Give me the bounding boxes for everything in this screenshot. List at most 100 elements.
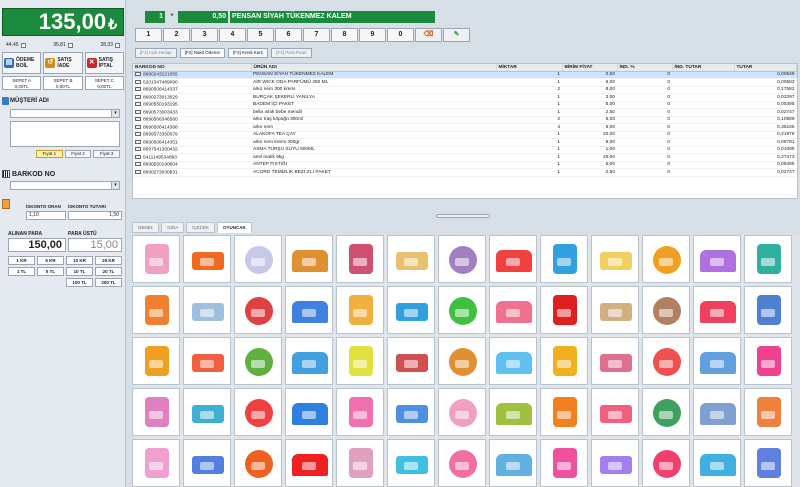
product-tile[interactable] [489,439,537,487]
product-tile[interactable] [183,337,231,385]
product-tile[interactable] [132,235,180,283]
numpad-key-9[interactable]: 9 [359,28,386,42]
cash-button[interactable]: 20 TL [95,267,122,276]
tab-icecek[interactable]: İÇECEK [186,222,216,233]
product-tile[interactable] [183,286,231,334]
clear-button[interactable]: ✎ [443,28,470,42]
product-tile[interactable] [336,337,384,385]
points-button[interactable]: [F4] Para Puan [271,48,312,58]
chevron-down-icon[interactable]: ▾ [111,182,119,189]
return-button[interactable]: ↺ SATIŞ İADE [43,52,83,74]
product-tile[interactable] [438,235,486,283]
product-tile[interactable] [234,388,282,436]
product-tile[interactable] [336,439,384,487]
column-header-discount-pct[interactable]: İND. % [617,64,673,72]
product-tile[interactable] [489,388,537,436]
credit-card-button[interactable]: [F3] Kredi Kartı [228,48,269,58]
product-tile[interactable] [285,286,333,334]
chevron-down-icon[interactable]: ▾ [111,110,119,117]
product-tile[interactable] [744,337,792,385]
product-tile[interactable] [234,439,282,487]
cash-payment-button[interactable]: [F2] Nakit Ödeme [179,48,226,58]
product-tile[interactable] [387,235,435,283]
table-row[interactable]: 8697541300432 ASMA TURŞU SUYU 500ML 1 1,00 0… [133,146,797,154]
discount-amount-field[interactable]: 1,50 [68,211,122,220]
product-tile[interactable] [336,388,384,436]
table-row[interactable]: 8690506414337 arko nem 300 kremi 2 8,00 0 0,1… [133,86,797,94]
backspace-button[interactable]: ⌫ [415,28,442,42]
product-tile[interactable] [183,388,231,436]
table-row[interactable]: 8690273030831 ACORD TEMİZLİK BEZİ 2'Lİ PA… [133,168,797,177]
tab-genel[interactable]: GENEL [132,222,160,233]
product-tile[interactable] [489,337,537,385]
table-row[interactable]: 8690243221055 PENSAN SİYAH TÜKENMEZ KALEM… [133,71,797,79]
product-tile[interactable] [693,388,741,436]
product-tile[interactable] [744,286,792,334]
product-tile[interactable] [438,337,486,385]
basket-c-button[interactable]: SEPET C 0,00TL [84,76,124,90]
product-tile[interactable] [336,235,384,283]
cash-button[interactable]: 1 TL [8,267,35,276]
product-tile[interactable] [540,337,588,385]
open-account-button[interactable]: [F1] Açık Hesap [135,48,177,58]
product-tile[interactable] [744,388,792,436]
tab-gida[interactable]: GIDA [161,222,185,233]
product-tile[interactable] [642,286,690,334]
table-row[interactable]: 8690506346560 arko traş köpüğü 300ml 2 5,00… [133,116,797,124]
numpad-key-7[interactable]: 7 [303,28,330,42]
product-tile[interactable] [540,439,588,487]
column-header-discount-amount[interactable]: İND. TUTAR [672,64,735,72]
column-header-total[interactable]: TUTAR [734,64,797,72]
product-tile[interactable] [438,286,486,334]
table-row[interactable]: 8690273013029 BURÇAK ŞEKERLİ YANILYA 1 3,00… [133,93,797,102]
product-tile[interactable] [336,286,384,334]
customer-notes-field[interactable] [10,121,120,147]
table-row[interactable]: 8699573350079 ALAKOFA TEA ÇAY 1 20,00 0 0,219… [133,131,797,139]
table-row[interactable]: 5201347489090 AİR WICK ODA PARFÜMÜ 250 ML… [133,78,797,87]
product-tile[interactable] [591,286,639,334]
table-row[interactable]: 8690506414388 arko nem 4 8,00 0 0,35165 [133,123,797,132]
product-tile[interactable] [693,235,741,283]
product-tile[interactable] [285,439,333,487]
product-tile[interactable] [540,286,588,334]
product-tile[interactable] [744,235,792,283]
numpad-key-1[interactable]: 1 [135,28,162,42]
cash-button[interactable]: 10 KR [66,256,93,265]
product-tile[interactable] [183,235,231,283]
product-tile[interactable] [234,337,282,385]
basket-a-button[interactable]: SEPET A 0,00TL [2,76,42,90]
product-tile[interactable] [387,439,435,487]
table-row[interactable]: 8690573003433 bella ıslak bebe mendil 1 2,5… [133,108,797,117]
table-row[interactable]: 8690550190604 ANTEP FISTIĞI 1 5,00 0 0,05495 [133,161,797,169]
product-tile[interactable] [591,337,639,385]
price-level-1-button[interactable]: Fiyat 1 [36,150,63,158]
product-tile[interactable] [132,286,180,334]
product-tile[interactable] [591,439,639,487]
product-tile[interactable] [540,235,588,283]
basket-b-button[interactable]: SEPET B 0,00TL [43,76,83,90]
numpad-key-4[interactable]: 4 [219,28,246,42]
discount-rate-field[interactable]: 1,10 [26,211,66,220]
product-tile[interactable] [132,439,180,487]
panel-splitter[interactable] [436,214,490,218]
product-tile[interactable] [234,235,282,283]
tab-oyuncak[interactable]: OYUNCAK [217,222,252,233]
numpad-key-5[interactable]: 5 [247,28,274,42]
column-header-product[interactable]: ÜRÜN ADI [251,64,497,72]
cash-button[interactable]: 100 TL [66,278,93,287]
payment-button[interactable]: ▤ ÖDEME BOİL [2,52,42,74]
product-tile[interactable] [285,337,333,385]
numpad-key-0[interactable]: 0 [387,28,414,42]
product-tile[interactable] [744,439,792,487]
product-tile[interactable] [438,439,486,487]
table-row[interactable]: 8690506414351 arko nem kremi 300gr 1 8,00 0 0… [133,138,797,147]
cash-button[interactable]: 10 TL [66,267,93,276]
product-tile[interactable] [693,337,741,385]
product-tile[interactable] [642,388,690,436]
table-row[interactable]: 5411149534893 ariel matik 6kg 1 25,00 0 0,274… [133,153,797,162]
numpad-key-6[interactable]: 6 [275,28,302,42]
received-amount-field[interactable]: 150,00 [8,238,66,252]
product-tile[interactable] [693,286,741,334]
checkbox-icon[interactable] [114,42,120,48]
cash-button[interactable]: 25 KR [95,256,122,265]
